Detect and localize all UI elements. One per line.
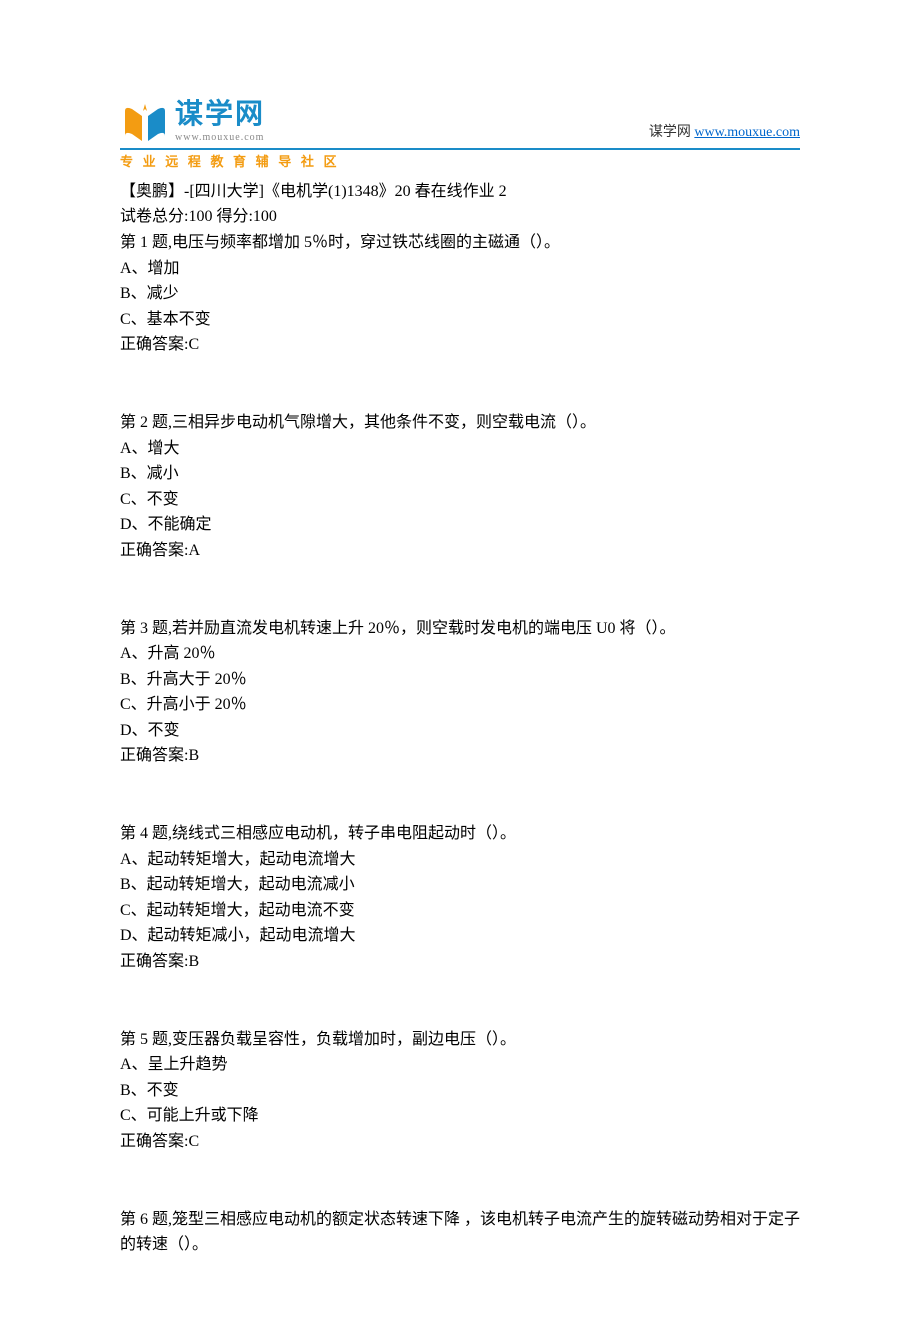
question-block: 第 1 题,电压与频率都增加 5％时，穿过铁芯线圈的主磁通（）。 A、增加 B、…: [120, 230, 800, 358]
question-block: 第 3 题,若并励直流发电机转速上升 20％，则空载时发电机的端电压 U0 将（…: [120, 616, 800, 770]
question-block: 第 2 题,三相异步电动机气隙增大，其他条件不变，则空载电流（）。 A、增大 B…: [120, 410, 800, 564]
header-label: 谋学网: [649, 125, 695, 140]
question-prompt: 第 6 题,笼型三相感应电动机的额定状态转速下降 ，该电机转子电流产生的旋转磁动…: [120, 1207, 800, 1258]
option: D、起动转矩减小，起动电流增大: [120, 923, 800, 949]
option: A、增大: [120, 436, 800, 462]
question-prompt: 第 1 题,电压与频率都增加 5％时，穿过铁芯线圈的主磁通（）。: [120, 230, 800, 256]
question-block: 第 6 题,笼型三相感应电动机的额定状态转速下降 ，该电机转子电流产生的旋转磁动…: [120, 1207, 800, 1258]
score-line: 试卷总分:100 得分:100: [120, 204, 800, 230]
option: D、不变: [120, 718, 800, 744]
header-link-block: 谋学网 www.mouxue.com: [649, 122, 800, 146]
question-prompt: 第 2 题,三相异步电动机气隙增大，其他条件不变，则空载电流（）。: [120, 410, 800, 436]
logo-text: 谋学网 www.mouxue.com: [175, 100, 265, 146]
option: A、起动转矩增大，起动电流增大: [120, 847, 800, 873]
question-prompt: 第 3 题,若并励直流发电机转速上升 20％，则空载时发电机的端电压 U0 将（…: [120, 616, 800, 642]
option: B、升高大于 20％: [120, 667, 800, 693]
option: C、基本不变: [120, 307, 800, 333]
option: A、升高 20％: [120, 641, 800, 667]
option: B、减少: [120, 281, 800, 307]
logo-domain: www.mouxue.com: [175, 130, 265, 146]
question-prompt: 第 4 题,绕线式三相感应电动机，转子串电阻起动时（）。: [120, 821, 800, 847]
logo-tagline: 专 业 远 程 教 育 辅 导 社 区: [120, 152, 800, 173]
logo-title: 谋学网: [175, 100, 265, 128]
book-icon: [120, 101, 170, 146]
option: B、不变: [120, 1078, 800, 1104]
page-header: 谋学网 www.mouxue.com 谋学网 www.mouxue.com: [120, 100, 800, 150]
option: C、起动转矩增大，起动电流不变: [120, 898, 800, 924]
document-body: 【奥鹏】-[四川大学]《电机学(1)1348》20 春在线作业 2 试卷总分:1…: [120, 179, 800, 1258]
option: B、起动转矩增大，起动电流减小: [120, 872, 800, 898]
question-block: 第 5 题,变压器负载呈容性，负载增加时，副边电压（）。 A、呈上升趋势 B、不…: [120, 1027, 800, 1155]
option: C、不变: [120, 487, 800, 513]
header-link[interactable]: www.mouxue.com: [694, 125, 800, 140]
answer: 正确答案:C: [120, 332, 800, 358]
answer: 正确答案:B: [120, 949, 800, 975]
option: D、不能确定: [120, 512, 800, 538]
option: B、减小: [120, 461, 800, 487]
document-title: 【奥鹏】-[四川大学]《电机学(1)1348》20 春在线作业 2: [120, 179, 800, 205]
answer: 正确答案:B: [120, 743, 800, 769]
option: C、升高小于 20％: [120, 692, 800, 718]
option: A、增加: [120, 256, 800, 282]
logo-block: 谋学网 www.mouxue.com: [120, 100, 265, 146]
question-block: 第 4 题,绕线式三相感应电动机，转子串电阻起动时（）。 A、起动转矩增大，起动…: [120, 821, 800, 975]
answer: 正确答案:A: [120, 538, 800, 564]
question-prompt: 第 5 题,变压器负载呈容性，负载增加时，副边电压（）。: [120, 1027, 800, 1053]
option: C、可能上升或下降: [120, 1103, 800, 1129]
option: A、呈上升趋势: [120, 1052, 800, 1078]
answer: 正确答案:C: [120, 1129, 800, 1155]
